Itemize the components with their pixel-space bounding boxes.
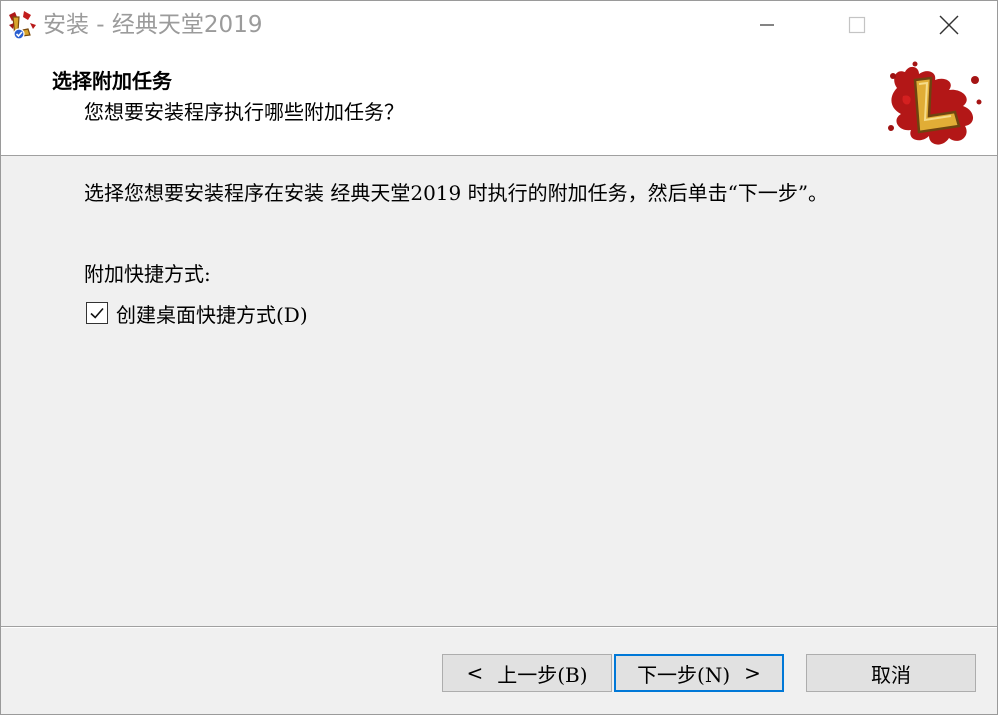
title-bar[interactable]: 安装 - 经典天堂2019	[1, 1, 997, 49]
chevron-left-icon: <	[466, 661, 484, 685]
cancel-button[interactable]: 取消	[806, 654, 976, 692]
checkmark-icon	[90, 307, 104, 319]
chevron-right-icon: >	[744, 661, 761, 685]
shortcut-group-label: 附加快捷方式:	[84, 262, 211, 286]
wizard-header: 选择附加任务 您想要安装程序执行哪些附加任务？	[1, 49, 997, 156]
installer-window: 安装 - 经典天堂2019 选择附加任务 您想要安装程序执行哪些附加任务？ 选择…	[0, 0, 998, 715]
next-button-label: 下一步(N)	[637, 662, 731, 687]
page-title: 选择附加任务	[52, 69, 172, 93]
footer-divider	[1, 626, 997, 628]
close-button[interactable]	[903, 1, 995, 49]
close-icon	[939, 15, 959, 35]
game-logo-icon	[885, 58, 985, 150]
window-title: 安装 - 经典天堂2019	[43, 12, 263, 38]
desktop-shortcut-checkbox[interactable]	[86, 302, 108, 324]
minimize-icon	[760, 24, 774, 26]
desktop-shortcut-option[interactable]: 创建桌面快捷方式(D)	[86, 299, 308, 327]
task-description: 选择您想要安装程序在安装 经典天堂2019 时执行的附加任务，然后单击“下一步”…	[84, 181, 829, 205]
maximize-icon	[848, 16, 866, 34]
maximize-button[interactable]	[811, 1, 903, 49]
back-button[interactable]: < 上一步(B)	[442, 654, 612, 692]
desktop-shortcut-label: 创建桌面快捷方式(D)	[116, 302, 308, 327]
page-subtitle: 您想要安装程序执行哪些附加任务？	[84, 100, 404, 124]
wizard-content: 选择您想要安装程序在安装 经典天堂2019 时执行的附加任务，然后单击“下一步”…	[1, 156, 997, 626]
minimize-button[interactable]	[721, 1, 813, 49]
back-button-label: 上一步(B)	[497, 662, 588, 687]
next-button[interactable]: 下一步(N) >	[614, 654, 784, 692]
app-logo-icon	[6, 9, 38, 41]
cancel-button-label: 取消	[871, 662, 911, 687]
